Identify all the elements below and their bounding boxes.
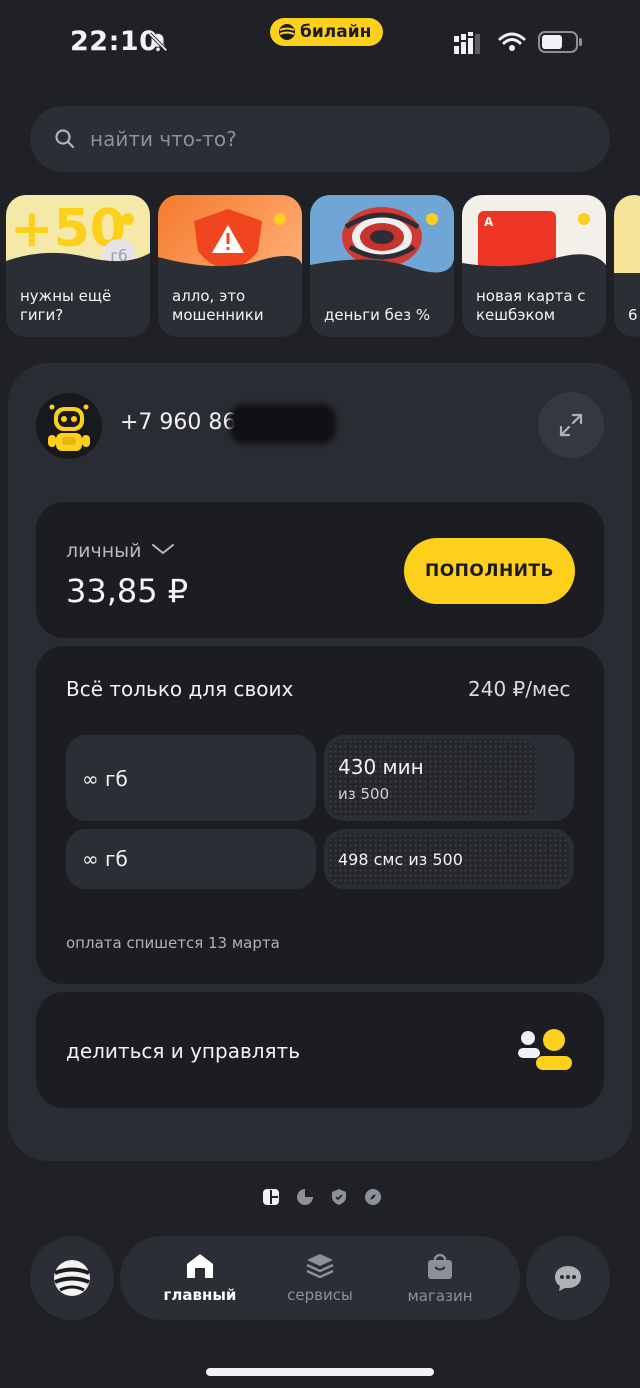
beeline-logo-icon xyxy=(279,24,295,40)
story-scam-art xyxy=(158,195,302,275)
expand-arrows-icon xyxy=(559,413,583,437)
page-dot-compass-icon[interactable] xyxy=(364,1188,382,1206)
story-interest-free[interactable]: деньги без % xyxy=(310,195,454,337)
expand-button[interactable] xyxy=(538,392,604,458)
sms-remaining: 498 смс из 500 xyxy=(338,850,463,869)
wifi-icon xyxy=(498,32,526,51)
balance-amount: 33,85 ₽ xyxy=(66,572,189,610)
status-time: 22:10 xyxy=(70,26,159,57)
page-dot-shield-icon[interactable] xyxy=(330,1188,348,1206)
home-icon xyxy=(187,1254,213,1278)
share-manage-label: делиться и управлять xyxy=(66,1039,300,1063)
search-bar[interactable]: найти что-то? xyxy=(30,106,610,172)
nav-shop[interactable]: магазин xyxy=(380,1236,500,1320)
carrier-badge: билайн xyxy=(270,18,384,46)
search-icon xyxy=(55,129,75,149)
story-partial-art xyxy=(614,195,640,273)
family-users-icon xyxy=(518,1029,572,1070)
story-scam-calls[interactable]: алло, это мошенники xyxy=(158,195,302,337)
nav-services[interactable]: сервисы xyxy=(260,1236,380,1320)
beeline-ball-icon xyxy=(54,1260,90,1296)
tariff-name: Всё только для своих xyxy=(66,677,294,701)
story-money-art xyxy=(310,195,454,275)
cellular-signal-icon xyxy=(454,32,480,54)
phone-redaction xyxy=(230,404,336,444)
bottom-nav: главный сервисы магазин xyxy=(120,1236,520,1320)
minutes-tile[interactable]: 430 мин из 500 xyxy=(324,735,574,821)
account-type-label[interactable]: личный xyxy=(66,540,142,562)
story-gigs-art: +50 гб xyxy=(6,195,150,275)
story-label: 6 xyxy=(628,306,638,324)
minutes-total: из 500 xyxy=(338,785,390,803)
payment-note: оплата спишется 13 марта xyxy=(66,934,280,952)
story-label: новая карта с кешбэком xyxy=(476,287,586,324)
page-indicator xyxy=(262,1188,382,1206)
story-label: алло, это мошенники xyxy=(172,287,264,324)
bell-muted-icon xyxy=(148,32,168,52)
story-label: деньги без % xyxy=(324,306,431,324)
internet-tile[interactable]: ∞ гб xyxy=(66,735,316,821)
story-unread-dot xyxy=(426,213,438,225)
chevron-down-icon[interactable] xyxy=(150,540,176,558)
nav-home[interactable]: главный xyxy=(140,1236,260,1320)
nav-shop-label: магазин xyxy=(407,1287,473,1305)
nav-home-label: главный xyxy=(163,1286,237,1304)
page-dot-account-icon[interactable] xyxy=(262,1188,280,1206)
layers-icon xyxy=(306,1254,334,1279)
home-indicator[interactable] xyxy=(206,1368,434,1376)
internet-amount-2: ∞ гб xyxy=(82,847,128,871)
avatar[interactable] xyxy=(36,393,102,459)
chat-button[interactable] xyxy=(526,1236,610,1320)
beeline-ball-button[interactable] xyxy=(30,1236,114,1320)
internet-tile-2[interactable]: ∞ гб xyxy=(66,829,316,889)
nav-services-label: сервисы xyxy=(287,1286,353,1304)
minutes-remaining: 430 мин xyxy=(338,755,424,779)
battery-icon xyxy=(538,31,582,53)
story-unread-dot xyxy=(274,213,286,225)
story-partial[interactable]: 6 xyxy=(614,195,640,337)
page-dot-chart-icon[interactable] xyxy=(296,1188,314,1206)
story-more-gigs[interactable]: +50 гб нужны ещё гиги? xyxy=(6,195,150,337)
topup-button[interactable]: ПОПОЛНИТЬ xyxy=(404,538,575,604)
carrier-name: билайн xyxy=(300,22,372,42)
story-label: нужны ещё гиги? xyxy=(20,287,112,324)
shopping-bag-icon xyxy=(428,1253,452,1279)
robot-avatar-icon xyxy=(48,404,90,451)
chat-bubble-icon xyxy=(555,1266,581,1291)
story-unread-dot xyxy=(122,213,134,225)
sms-tile[interactable]: 498 смс из 500 xyxy=(324,829,574,889)
tariff-price: 240 ₽/мес xyxy=(468,677,571,701)
story-card-art: A xyxy=(462,195,606,275)
internet-amount: ∞ гб xyxy=(82,767,128,791)
story-unread-dot xyxy=(578,213,590,225)
search-placeholder: найти что-то? xyxy=(90,127,237,151)
story-cashback-card[interactable]: A новая карта с кешбэком xyxy=(462,195,606,337)
